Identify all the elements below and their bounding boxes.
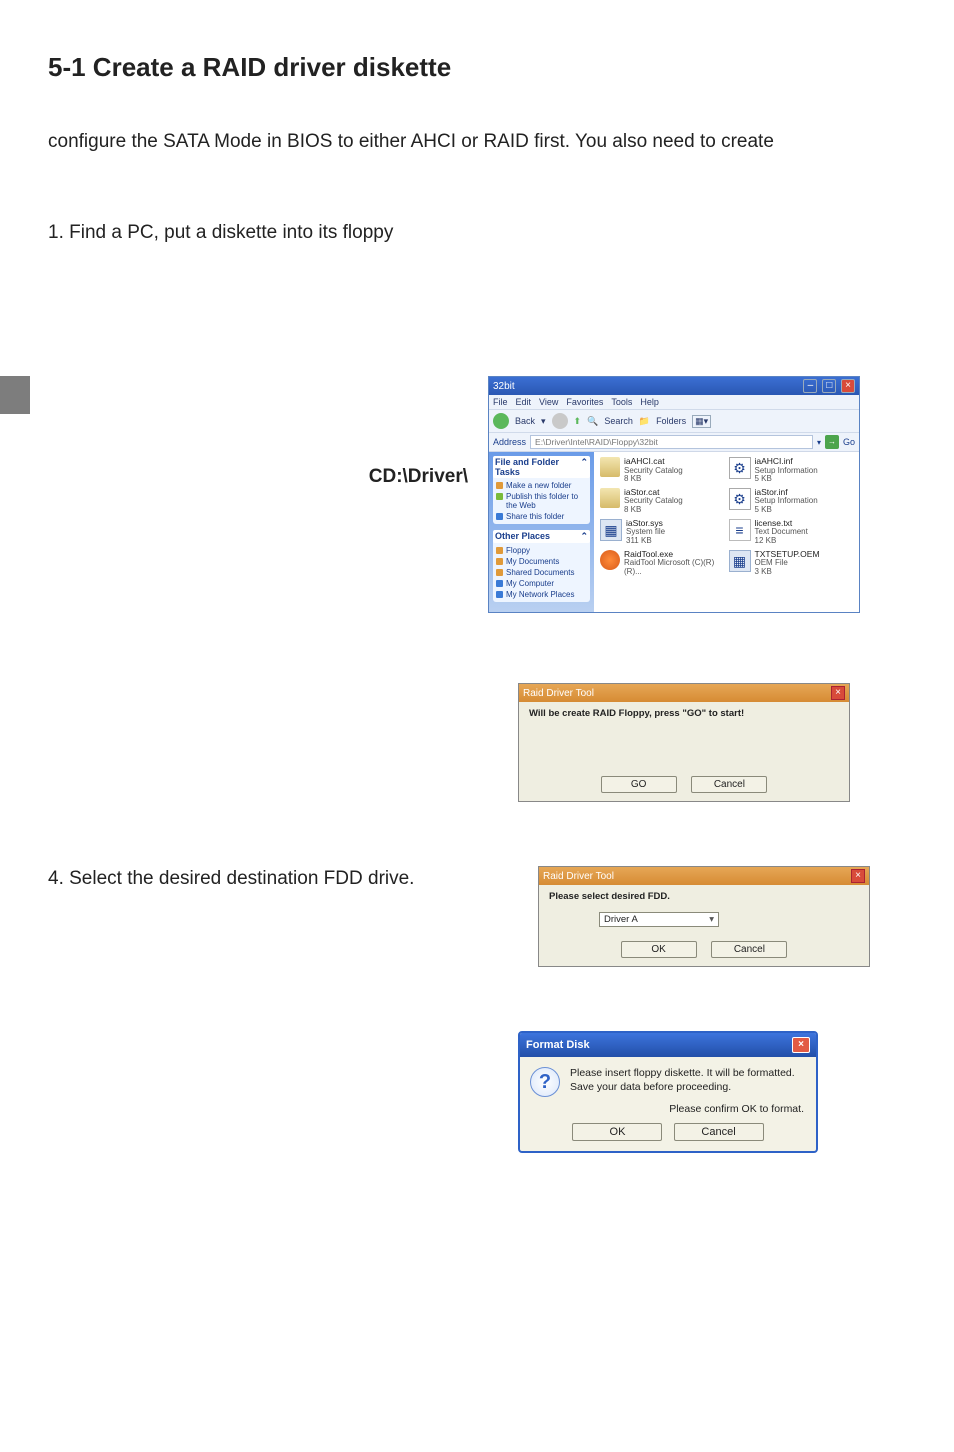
- go-button[interactable]: →: [825, 435, 839, 449]
- maximize-icon[interactable]: □: [822, 379, 836, 393]
- dialog-message: Please insert floppy diskette. It will b…: [570, 1067, 806, 1097]
- other-shared[interactable]: Shared Documents: [496, 567, 587, 578]
- file-item[interactable]: ▦ iaStor.sysSystem file311 KB: [600, 518, 725, 547]
- dialog-titlebar: Raid Driver Tool ×: [519, 684, 849, 702]
- raid-tool-fdd-dialog[interactable]: Raid Driver Tool × Please select desired…: [538, 866, 870, 967]
- raid-tool-go-dialog[interactable]: Raid Driver Tool × Will be create RAID F…: [518, 683, 850, 802]
- file-pane[interactable]: iaAHCI.catSecurity Catalog8 KB ⚙ iaAHCI.…: [594, 452, 859, 612]
- file-item[interactable]: ≡ license.txtText Document12 KB: [729, 518, 854, 547]
- file-item[interactable]: iaAHCI.catSecurity Catalog8 KB: [600, 456, 725, 485]
- dialog-title: Format Disk: [526, 1039, 590, 1051]
- close-icon[interactable]: ×: [841, 379, 855, 393]
- menu-file[interactable]: File: [493, 397, 508, 407]
- folders-label[interactable]: Folders: [656, 416, 686, 426]
- file-item[interactable]: RaidTool.exeRaidTool Microsoft (C)(R)(R)…: [600, 549, 725, 578]
- format-disk-dialog[interactable]: Format Disk × ? Please insert floppy dis…: [518, 1031, 818, 1153]
- tasks-panel: File and Folder Tasks⌃ Make a new folder…: [493, 456, 590, 524]
- cd-path: CD:\Driver\: [369, 466, 468, 487]
- menu-edit[interactable]: Edit: [516, 397, 532, 407]
- other-mydocs[interactable]: My Documents: [496, 556, 587, 567]
- step-2-row: CD:\Driver\ 32bit – □ × File Edit View F…: [48, 376, 906, 613]
- explorer-menubar[interactable]: File Edit View Favorites Tools Help: [489, 395, 859, 409]
- close-icon[interactable]: ×: [792, 1037, 810, 1053]
- system-file-icon: ▦: [600, 519, 622, 541]
- explorer-titlebar: 32bit – □ ×: [489, 377, 859, 395]
- other-floppy[interactable]: Floppy: [496, 545, 587, 556]
- other-places-panel: Other Places⌃ Floppy My Documents Shared…: [493, 530, 590, 602]
- forward-icon[interactable]: [552, 413, 568, 429]
- dialog-message: Will be create RAID Floppy, press "GO" t…: [529, 708, 839, 719]
- security-catalog-icon: [600, 488, 620, 508]
- dialog-title: Raid Driver Tool: [523, 688, 594, 699]
- ok-button[interactable]: OK: [572, 1123, 662, 1141]
- step-3-row: Raid Driver Tool × Will be create RAID F…: [48, 683, 906, 802]
- file-item[interactable]: ⚙ iaStor.infSetup Information5 KB: [729, 487, 854, 516]
- explorer-window: 32bit – □ × File Edit View Favorites Too…: [488, 376, 860, 613]
- task-share[interactable]: Share this folder: [496, 511, 587, 522]
- menu-view[interactable]: View: [539, 397, 558, 407]
- other-header[interactable]: Other Places⌃: [493, 530, 590, 543]
- cancel-button[interactable]: Cancel: [674, 1123, 764, 1141]
- window-controls: – □ ×: [801, 379, 855, 393]
- cd-path-block: CD:\Driver\: [48, 376, 488, 488]
- search-icon[interactable]: 🔍: [587, 416, 598, 427]
- dialog-titlebar: Raid Driver Tool ×: [539, 867, 869, 885]
- file-item[interactable]: ⚙ iaAHCI.infSetup Information5 KB: [729, 456, 854, 485]
- dialog-message: Please select desired FDD.: [549, 891, 859, 902]
- dialog-confirm: Please confirm OK to format.: [520, 1101, 816, 1121]
- tasks-header[interactable]: File and Folder Tasks⌃: [493, 456, 590, 478]
- close-icon[interactable]: ×: [831, 686, 845, 700]
- dialog-titlebar: Format Disk ×: [520, 1033, 816, 1057]
- menu-favorites[interactable]: Favorites: [566, 397, 603, 407]
- cancel-button[interactable]: Cancel: [691, 776, 767, 793]
- other-mycomputer[interactable]: My Computer: [496, 578, 587, 589]
- views-icon[interactable]: ▦▾: [692, 415, 711, 428]
- explorer-title: 32bit: [493, 381, 515, 392]
- step-4-row: 4. Select the desired destination FDD dr…: [48, 866, 906, 967]
- step-4: 4. Select the desired destination FDD dr…: [48, 866, 538, 893]
- explorer[interactable]: 32bit – □ × File Edit View Favorites Too…: [488, 376, 860, 613]
- question-icon: ?: [530, 1067, 560, 1097]
- setup-info-icon: ⚙: [729, 488, 751, 510]
- address-input[interactable]: E:\Driver\Intel\RAID\Floppy\32bit: [530, 435, 813, 449]
- oem-file-icon: ▦: [729, 550, 751, 572]
- text-file-icon: ≡: [729, 519, 751, 541]
- setup-info-icon: ⚙: [729, 457, 751, 479]
- file-item[interactable]: iaStor.catSecurity Catalog8 KB: [600, 487, 725, 516]
- cancel-button[interactable]: Cancel: [711, 941, 787, 958]
- close-icon[interactable]: ×: [851, 869, 865, 883]
- search-label[interactable]: Search: [604, 416, 633, 426]
- menu-tools[interactable]: Tools: [611, 397, 632, 407]
- back-label[interactable]: Back: [515, 416, 535, 426]
- explorer-body: File and Folder Tasks⌃ Make a new folder…: [489, 452, 859, 612]
- file-item[interactable]: ▦ TXTSETUP.OEMOEM File3 KB: [729, 549, 854, 578]
- step-5-row: Format Disk × ? Please insert floppy dis…: [48, 1031, 906, 1153]
- task-new-folder[interactable]: Make a new folder: [496, 480, 587, 491]
- address-label: Address: [493, 437, 526, 447]
- executable-icon: [600, 550, 620, 570]
- explorer-toolbar: Back ▾ ⬆ 🔍 Search 📁 Folders ▦▾: [489, 409, 859, 433]
- section-heading: 5-1 Create a RAID driver diskette: [48, 52, 906, 83]
- fdd-drive-select[interactable]: Driver A: [599, 912, 719, 927]
- intro-paragraph: configure the SATA Mode in BIOS to eithe…: [48, 129, 906, 156]
- task-publish[interactable]: Publish this folder to the Web: [496, 491, 587, 511]
- menu-help[interactable]: Help: [640, 397, 659, 407]
- go-label: Go: [843, 437, 855, 447]
- page: 5-1 Create a RAID driver diskette config…: [0, 0, 954, 1213]
- dialog-title: Raid Driver Tool: [543, 871, 614, 882]
- step-1: 1. Find a PC, put a diskette into its fl…: [48, 220, 906, 247]
- ok-button[interactable]: OK: [621, 941, 697, 958]
- go-button[interactable]: GO: [601, 776, 677, 793]
- explorer-sidepanel: File and Folder Tasks⌃ Make a new folder…: [489, 452, 594, 612]
- back-icon[interactable]: [493, 413, 509, 429]
- minimize-icon[interactable]: –: [803, 379, 817, 393]
- folders-icon[interactable]: 📁: [639, 416, 650, 427]
- other-network[interactable]: My Network Places: [496, 589, 587, 600]
- address-bar: Address E:\Driver\Intel\RAID\Floppy\32bi…: [489, 433, 859, 452]
- security-catalog-icon: [600, 457, 620, 477]
